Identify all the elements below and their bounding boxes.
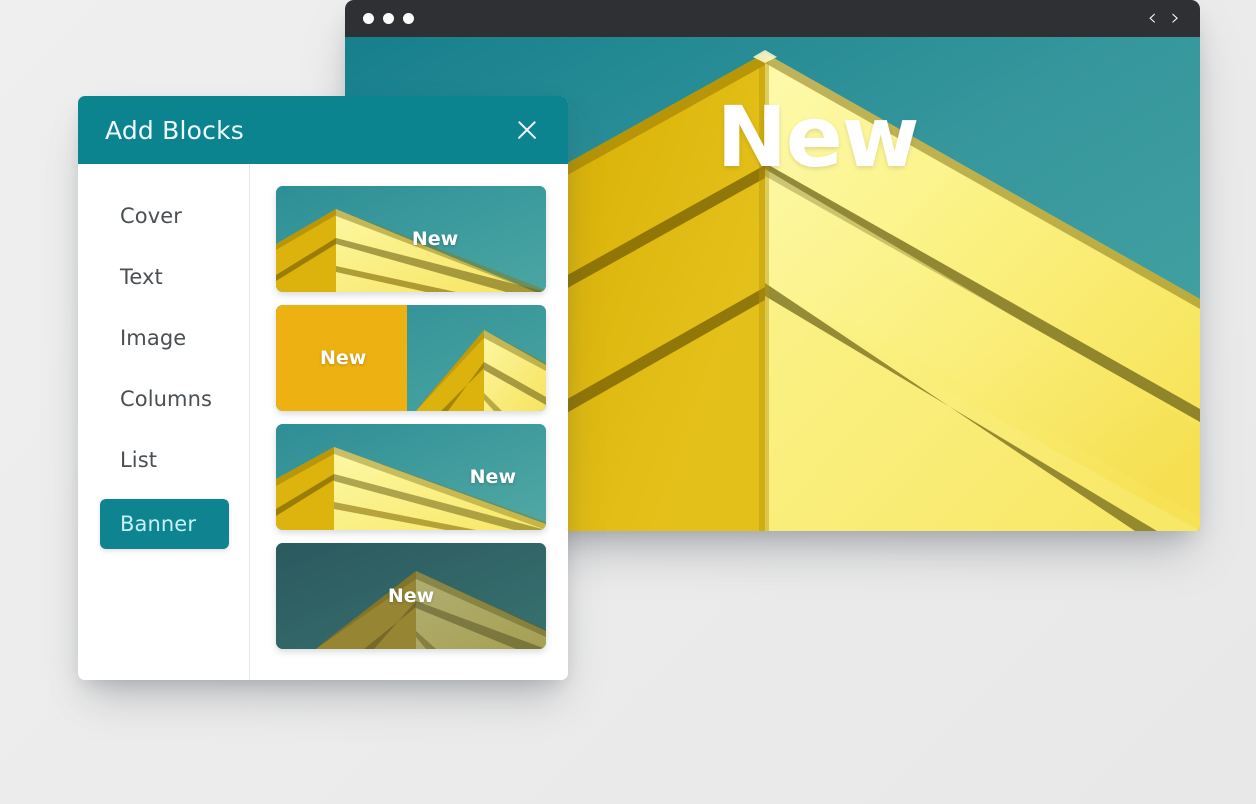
window-dot-close[interactable] <box>363 13 374 24</box>
panel-body: Cover Text Image Columns List Banner New… <box>78 164 568 680</box>
panel-header: Add Blocks <box>78 96 568 164</box>
sidebar-item-banner[interactable]: Banner <box>100 499 229 549</box>
sidebar-item-cover[interactable]: Cover <box>78 194 249 238</box>
sidebar-item-label: Columns <box>120 387 213 411</box>
add-blocks-panel: Add Blocks Cover Text Image Columns List… <box>78 96 568 680</box>
sidebar-item-image[interactable]: Image <box>78 316 249 360</box>
sidebar-item-label: Text <box>120 265 163 289</box>
sidebar-item-list[interactable]: List <box>78 438 249 482</box>
chevron-right-icon[interactable]: › <box>1171 7 1180 30</box>
sidebar-item-text[interactable]: Text <box>78 255 249 299</box>
card-color-block <box>276 305 407 411</box>
card-thumbnail-image <box>276 186 546 292</box>
sidebar-item-label: Image <box>120 326 187 350</box>
sidebar-item-columns[interactable]: Columns <box>78 377 249 421</box>
block-template-list: New New New New <box>250 164 568 680</box>
sidebar-item-label: Banner <box>120 512 197 536</box>
window-dot-maximize[interactable] <box>403 13 414 24</box>
block-card-1[interactable]: New <box>276 186 546 292</box>
window-dot-minimize[interactable] <box>383 13 394 24</box>
block-card-3[interactable]: New <box>276 424 546 530</box>
panel-sidebar: Cover Text Image Columns List Banner <box>78 164 250 680</box>
page-canvas: ‹ › New Add Blocks Cover Text Image Colu… <box>0 0 1256 804</box>
block-card-2[interactable]: New <box>276 305 546 411</box>
block-card-4[interactable]: New <box>276 543 546 649</box>
card-thumbnail-image <box>276 543 546 649</box>
card-thumbnail-image <box>276 424 546 530</box>
sidebar-item-label: Cover <box>120 204 182 228</box>
close-icon[interactable] <box>512 115 542 145</box>
window-controls <box>363 13 414 24</box>
browser-navigation: ‹ › <box>1148 7 1184 30</box>
sidebar-item-label: List <box>120 448 158 472</box>
browser-titlebar: ‹ › <box>345 0 1200 37</box>
chevron-left-icon[interactable]: ‹ <box>1148 7 1157 30</box>
panel-title: Add Blocks <box>105 115 244 145</box>
